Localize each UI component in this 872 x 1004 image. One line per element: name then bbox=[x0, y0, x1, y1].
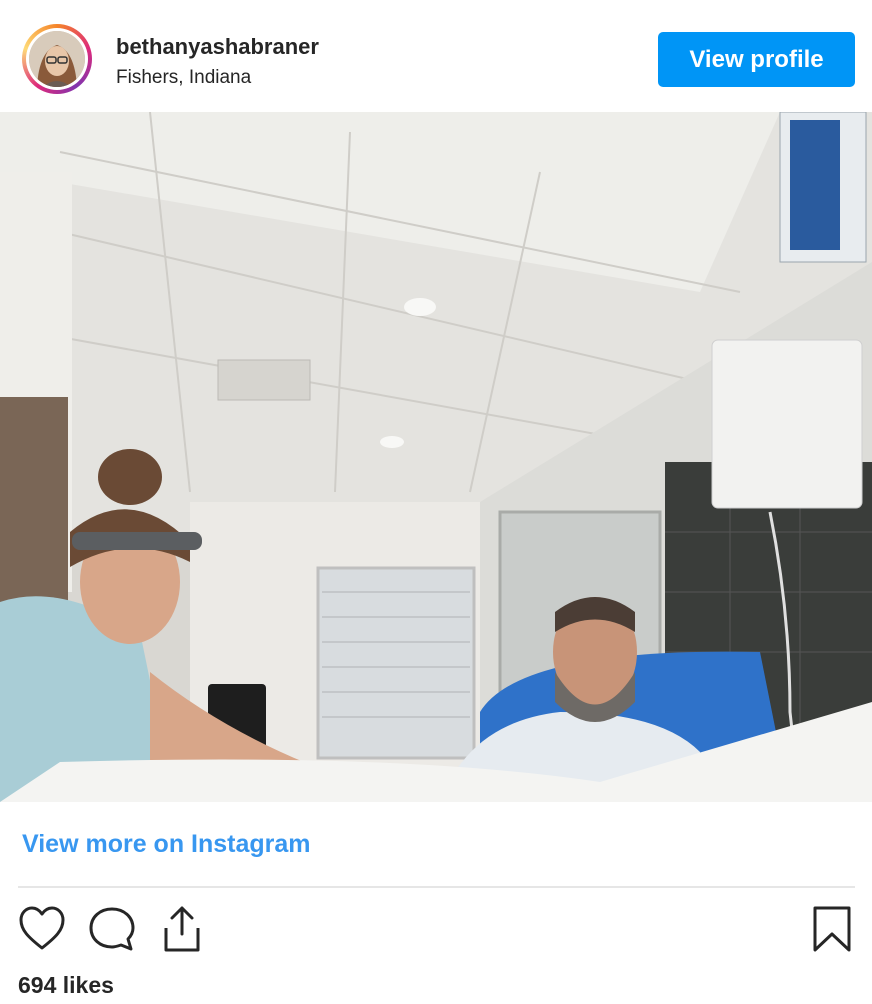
likes-count[interactable]: 694 likes bbox=[18, 972, 114, 999]
location-link[interactable]: Fishers, Indiana bbox=[116, 67, 251, 89]
like-button[interactable] bbox=[18, 904, 66, 954]
avatar-image bbox=[29, 31, 85, 87]
post-photo[interactable] bbox=[0, 112, 872, 802]
bookmark-icon bbox=[813, 906, 851, 952]
comment-button[interactable] bbox=[88, 904, 136, 954]
comment-icon bbox=[89, 907, 135, 951]
username-link[interactable]: bethanyashabraner bbox=[116, 34, 319, 60]
post-header: bethanyashabraner Fishers, Indiana View … bbox=[0, 0, 872, 112]
divider bbox=[18, 886, 855, 888]
save-button[interactable] bbox=[808, 904, 856, 954]
share-icon bbox=[164, 906, 200, 952]
view-more-link[interactable]: View more on Instagram bbox=[22, 830, 311, 859]
view-profile-button[interactable]: View profile bbox=[658, 32, 855, 87]
avatar[interactable] bbox=[22, 24, 92, 94]
share-button[interactable] bbox=[158, 904, 206, 954]
heart-icon bbox=[19, 906, 65, 950]
